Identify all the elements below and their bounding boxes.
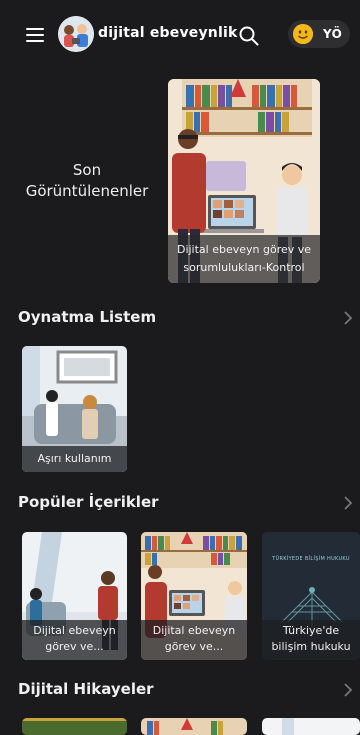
story-thumbnail (22, 718, 127, 735)
profile-button[interactable]: YÖ (288, 20, 350, 48)
story-thumbnail (262, 718, 360, 735)
popular-card-caption: Dijital ebeveyn görev ve... (141, 620, 247, 660)
playlist-title[interactable]: Oynatma Listem (18, 308, 156, 326)
playlist-card[interactable]: Aşırı kullanım (22, 346, 127, 472)
chevron-right-icon[interactable] (343, 495, 353, 510)
user-initials: YÖ (323, 27, 343, 41)
brand-logo[interactable] (58, 16, 94, 52)
popular-card-caption: Dijital ebeveyn görev ve... (22, 620, 127, 660)
popular-card[interactable]: Dijital ebeveyn görev ve... (141, 532, 247, 660)
story-card[interactable] (262, 718, 360, 735)
playlist-card-caption: Aşırı kullanım (22, 446, 127, 472)
brand-name[interactable]: dijital ebeveynlik (98, 25, 237, 41)
menu-icon[interactable] (26, 28, 44, 42)
popular-card[interactable]: TÜRKİYEDE BİLİŞİM HUKUKU Türkiye'de bili… (262, 532, 360, 660)
popular-thumbnail-title: TÜRKİYEDE BİLİŞİM HUKUKU (272, 556, 350, 562)
search-icon[interactable] (238, 25, 260, 47)
chevron-right-icon[interactable] (343, 682, 353, 697)
recent-video-caption: Dijital ebeveyn görev ve sorumlulukları-… (168, 235, 320, 283)
smiley-icon (293, 24, 313, 44)
popular-card[interactable]: Dijital ebeveyn görev ve... (22, 532, 127, 660)
popular-title[interactable]: Popüler İçerikler (18, 493, 159, 511)
recent-video-card[interactable]: Dijital ebeveyn görev ve sorumlulukları-… (168, 79, 320, 283)
digital-stories-title[interactable]: Dijital Hikayeler (18, 680, 154, 698)
recently-viewed-label: Son Görüntülenenler (25, 161, 149, 200)
chevron-right-icon[interactable] (343, 310, 353, 325)
popular-card-caption: Türkiye'de bilişim hukuku (262, 620, 360, 660)
app-header: dijital ebeveynlik YÖ (0, 0, 360, 70)
story-card[interactable] (22, 718, 127, 735)
story-card[interactable] (141, 718, 247, 735)
story-thumbnail (141, 718, 247, 735)
